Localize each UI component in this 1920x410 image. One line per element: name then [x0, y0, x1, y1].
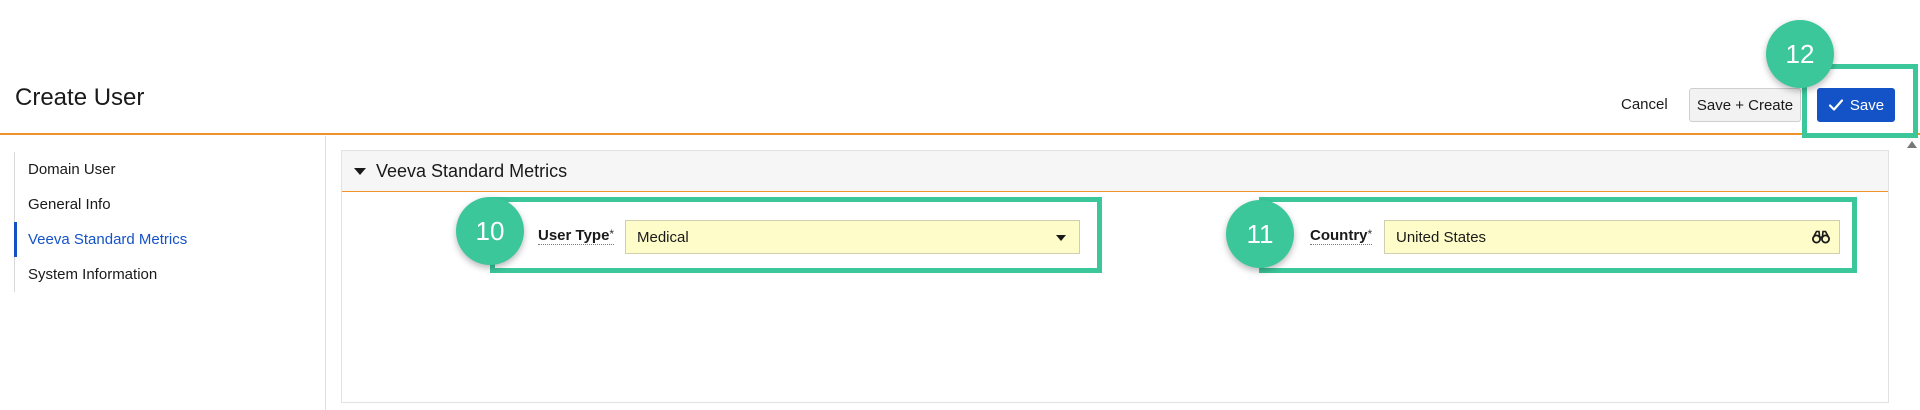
annotation-marker-12: 12: [1766, 20, 1834, 88]
annotation-marker-11: 11: [1226, 200, 1294, 268]
header-divider: [0, 133, 1920, 135]
sidebar-divider: [325, 136, 326, 410]
section-nav: Domain User General Info Veeva Standard …: [14, 152, 314, 292]
section-title: Veeva Standard Metrics: [376, 160, 568, 181]
save-create-button[interactable]: Save + Create: [1689, 88, 1801, 122]
create-user-page: Create User Cancel Save + Create Save Do…: [0, 0, 1920, 410]
collapse-caret-icon[interactable]: [354, 167, 366, 175]
nav-item-domain-user[interactable]: Domain User: [14, 152, 314, 187]
nav-item-veeva-standard-metrics[interactable]: Veeva Standard Metrics: [14, 222, 314, 257]
nav-item-system-information[interactable]: System Information: [14, 257, 314, 292]
annotation-marker-10: 10: [456, 197, 524, 265]
scroll-up-arrow-icon[interactable]: [1907, 141, 1917, 148]
veeva-standard-metrics-section: Veeva Standard Metrics: [341, 150, 1889, 403]
nav-item-general-info[interactable]: General Info: [14, 187, 314, 222]
cancel-button[interactable]: Cancel: [1621, 96, 1668, 113]
annotation-box-10: [490, 197, 1102, 273]
annotation-box-11: [1259, 197, 1857, 273]
page-title: Create User: [15, 84, 145, 111]
section-header[interactable]: Veeva Standard Metrics: [342, 151, 1888, 192]
